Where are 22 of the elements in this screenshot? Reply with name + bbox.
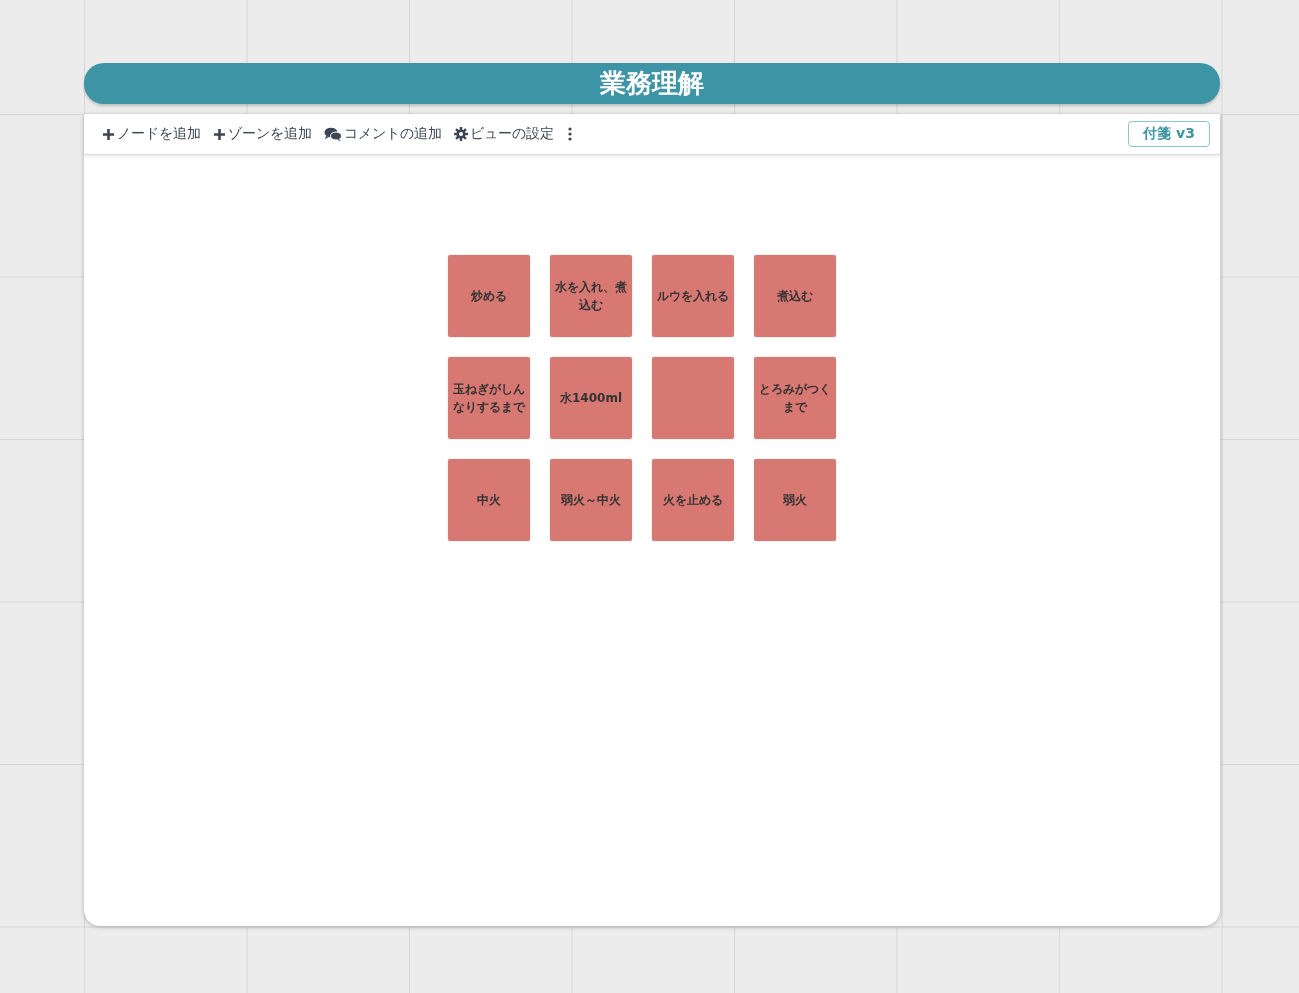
toolbar-button[interactable]: ビューの設定 — [454, 125, 554, 143]
toolbar-button[interactable]: ノードを追加 — [102, 125, 201, 143]
sticky-note[interactable]: 水1400ml — [550, 357, 632, 439]
comments-icon — [324, 127, 342, 141]
sticky-note[interactable]: 炒める — [448, 255, 530, 337]
more-icon[interactable] — [566, 127, 574, 141]
sticky-note[interactable]: 水を入れ、煮込む — [550, 255, 632, 337]
sticky-note[interactable]: 弱火 — [754, 459, 836, 541]
plus-icon — [213, 127, 226, 141]
sticky-note[interactable]: ルウを入れる — [652, 255, 734, 337]
sticky-note[interactable]: 弱火～中火 — [550, 459, 632, 541]
sticky-note[interactable]: 玉ねぎがしんなりするまで — [448, 357, 530, 439]
settings-icon — [454, 127, 468, 141]
toolbar-button[interactable]: ゾーンを追加 — [213, 125, 312, 143]
toolbar-button[interactable]: コメントの追加 — [324, 125, 442, 143]
sticky-note[interactable]: 中火 — [448, 459, 530, 541]
sticky-note[interactable]: 火を止める — [652, 459, 734, 541]
version-button[interactable]: 付箋 v3 — [1128, 121, 1210, 147]
title-bar: 業務理解 — [84, 63, 1220, 104]
sticky-note[interactable]: とろみがつくまで — [754, 357, 836, 439]
sticky-note[interactable]: 煮込む — [754, 255, 836, 337]
plus-icon — [102, 127, 115, 141]
